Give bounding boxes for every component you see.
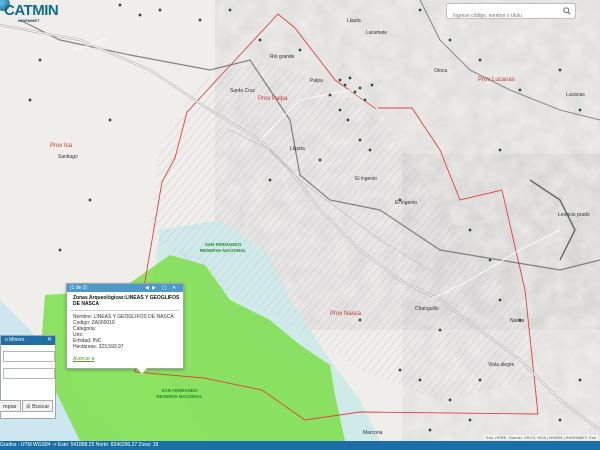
province-label: Prov Nasca [330, 311, 362, 317]
popup-pager: (1 de 2) [70, 285, 88, 291]
place-label: Marcona [363, 430, 383, 436]
place-label: Nasca [510, 318, 525, 324]
popup-title: Zonas Arqueológicas:LINEAS Y GEOGLIFOS D… [73, 295, 180, 307]
reserve-label: SAN FERNANDO RESERVA NACIONAL [156, 388, 203, 399]
place-label: Leoncio prado [558, 212, 590, 218]
feature-popup: (1 de 2) ◀ ▶ ▢ ✕ Zonas Arqueológicas:LIN… [66, 283, 184, 374]
place-label: Otoca [434, 68, 448, 74]
map-attribution: Esri, HERE, Garmin, USGS, NGA | MINEM | … [484, 435, 598, 440]
place-label: Lucanas [566, 92, 585, 98]
panel-input-2[interactable] [3, 368, 55, 379]
prev-icon[interactable]: ◀ [145, 284, 149, 292]
place-label: Rio grande [270, 54, 295, 60]
panel-header: o Minero ✕ [1, 336, 55, 345]
clear-button[interactable]: mpiar [0, 400, 21, 412]
place-label: Changuillo [415, 306, 439, 312]
status-bar: Grados - UTM WGS84 -> Este: 541888.25 No… [0, 441, 600, 450]
place-label: Santa Cruz [230, 88, 256, 94]
search-button[interactable]: ⊘ Buscar [22, 400, 54, 412]
logo-subtitle: INGEMMET [18, 18, 40, 23]
popup-field: Hectáreas: 323,593.97 [73, 344, 124, 350]
place-label: El ingenio [355, 176, 377, 182]
coordinate-readout: Grados - UTM WGS84 -> Este: 541888.25 No… [0, 442, 159, 448]
province-label: Prov Lucanas [478, 77, 515, 83]
search-icon: ⊘ [26, 404, 31, 410]
panel-input-1[interactable] [3, 351, 55, 362]
place-label: Llauta [347, 18, 361, 24]
app-logo[interactable]: CATMIN INGEMMET [0, 0, 59, 28]
place-label: Palpa [310, 78, 323, 84]
search-icon[interactable] [563, 7, 571, 15]
popup-header: (1 de 2) ◀ ▶ ▢ ✕ [67, 284, 183, 292]
close-icon[interactable]: ✕ [172, 284, 176, 292]
map-canvas[interactable] [0, 0, 600, 450]
close-icon[interactable]: ✕ [47, 336, 52, 345]
logo-text: CATMIN [4, 2, 59, 19]
province-label: Prov Palpa [258, 96, 288, 102]
place-label: El ingenio [395, 200, 417, 206]
maximize-icon[interactable]: ▢ [162, 284, 167, 292]
place-label: Vista alegre [488, 362, 515, 368]
search-input[interactable] [447, 9, 563, 23]
province-label: Prov Ica [50, 143, 73, 149]
place-label: Santiago [58, 154, 78, 160]
panel-title: o Minero [5, 337, 25, 343]
reserve-label: SAN FERNANDO RESERVA NACIONAL [199, 242, 247, 253]
search-box [446, 3, 576, 23]
search-button-label: Buscar [32, 404, 50, 410]
place-label: Llipata [290, 146, 305, 152]
mining-search-panel: o Minero ✕ mpiar ⊘ Buscar [0, 335, 56, 419]
popup-pointer [137, 368, 147, 374]
place-label: Laramate [366, 30, 388, 36]
next-icon[interactable]: ▶ [152, 284, 156, 292]
zoom-to-link[interactable]: Acercar a [73, 356, 94, 362]
